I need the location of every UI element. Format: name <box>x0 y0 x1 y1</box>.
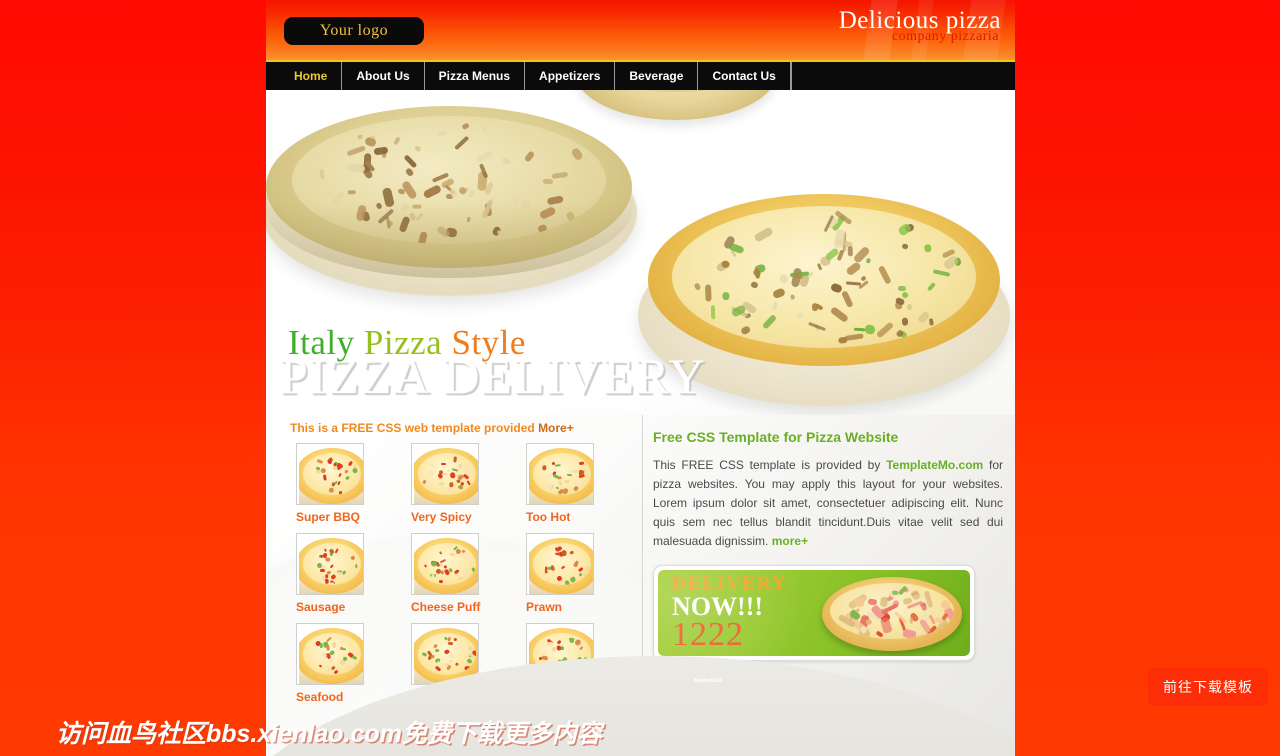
nav-item-appetizers[interactable]: Appetizers <box>525 62 616 90</box>
nav-divider <box>790 62 792 90</box>
pizza-thumbnail-image[interactable] <box>526 533 594 595</box>
delivery-banner[interactable]: DELIVERY NOW!!! 1222 <box>653 565 975 661</box>
nav-item-contact-us[interactable]: Contact Us <box>698 62 791 90</box>
delivery-banner-inner: DELIVERY NOW!!! 1222 <box>658 570 970 656</box>
delivery-pizza-image <box>822 577 962 651</box>
body-text-part-1: This FREE CSS template is provided by <box>653 458 887 472</box>
pizza-thumbnail-image[interactable] <box>296 443 364 505</box>
hero-banner: Italy Pizza Style PIZZA DELIVERY <box>266 90 1015 415</box>
hero-title-word-2: Pizza <box>363 323 443 362</box>
site-logo[interactable]: Your logo <box>284 17 424 45</box>
download-template-button[interactable]: 前往下载模板 <box>1148 668 1268 706</box>
pizza-thumbnail-label[interactable]: Sausage <box>296 600 411 614</box>
delivery-line-1: DELIVERY <box>672 573 788 594</box>
pizza-thumbnail-image[interactable] <box>296 623 364 685</box>
pizza-thumbnail-image[interactable] <box>526 443 594 505</box>
nav-item-about-us[interactable]: About Us <box>342 62 425 90</box>
content-area: This is a FREE CSS web template provided… <box>266 415 1015 756</box>
site-page: Your logo Delicious pizza company pizzar… <box>266 0 1015 756</box>
pizza-thumbnail-image[interactable] <box>411 533 479 595</box>
pizza-thumbnail-item: Prawn <box>526 533 641 623</box>
pizza-thumbnail-item: Cheese Puff <box>411 533 526 623</box>
site-header: Your logo Delicious pizza company pizzar… <box>266 0 1015 62</box>
pizza-thumbnail-item: Super BBQ <box>296 443 411 533</box>
pizza-thumbnail-item: Too Hot <box>526 443 641 533</box>
nav-item-home[interactable]: Home <box>280 62 343 90</box>
right-column-body: This FREE CSS template is provided by Te… <box>653 456 1003 551</box>
promo-text: This is a FREE CSS web template provided… <box>290 421 640 435</box>
logo-text: Your logo <box>319 22 389 39</box>
mastercard-label: MasterCard <box>694 678 722 684</box>
hero-pizza-top-image <box>576 90 776 120</box>
pizza-thumbnail-label[interactable]: Very Spicy <box>411 510 526 524</box>
hero-title: Italy Pizza Style <box>288 323 526 363</box>
delivery-banner-text: DELIVERY NOW!!! 1222 <box>672 574 788 652</box>
pizza-thumbnail-label[interactable]: Too Hot <box>526 510 641 524</box>
brand-title: Delicious pizza company pizzaria <box>839 8 1001 44</box>
delivery-phone-number: 1222 <box>672 616 744 653</box>
hero-pizza-left-image <box>266 100 637 300</box>
hero-title-word-1: Italy <box>288 323 355 362</box>
templatemo-link[interactable]: TemplateMo.com <box>886 458 983 472</box>
read-more-link[interactable]: more+ <box>772 534 808 548</box>
pizza-thumbnail-label[interactable]: Prawn <box>526 600 641 614</box>
pizza-thumbnail-item: Sausage <box>296 533 411 623</box>
nav-item-pizza-menus[interactable]: Pizza Menus <box>425 62 526 90</box>
pizza-thumbnail-label[interactable]: Super BBQ <box>296 510 411 524</box>
promo-text-label: This is a FREE CSS web template provided <box>290 421 539 435</box>
nav-item-beverage[interactable]: Beverage <box>615 62 699 90</box>
pizza-thumbnail-item: Very Spicy <box>411 443 526 533</box>
main-navigation: Home About Us Pizza Menus Appetizers Bev… <box>266 62 1015 90</box>
delivery-line-2: NOW!!! <box>672 592 763 621</box>
pizza-thumbnail-image[interactable] <box>296 533 364 595</box>
hero-title-word-3: Style <box>451 323 526 362</box>
pizza-thumbnail-label[interactable]: Cheese Puff <box>411 600 526 614</box>
right-column-title: Free CSS Template for Pizza Website <box>653 429 899 445</box>
pizza-thumbnail-image[interactable] <box>411 443 479 505</box>
promo-more-link[interactable]: More+ <box>538 421 574 435</box>
